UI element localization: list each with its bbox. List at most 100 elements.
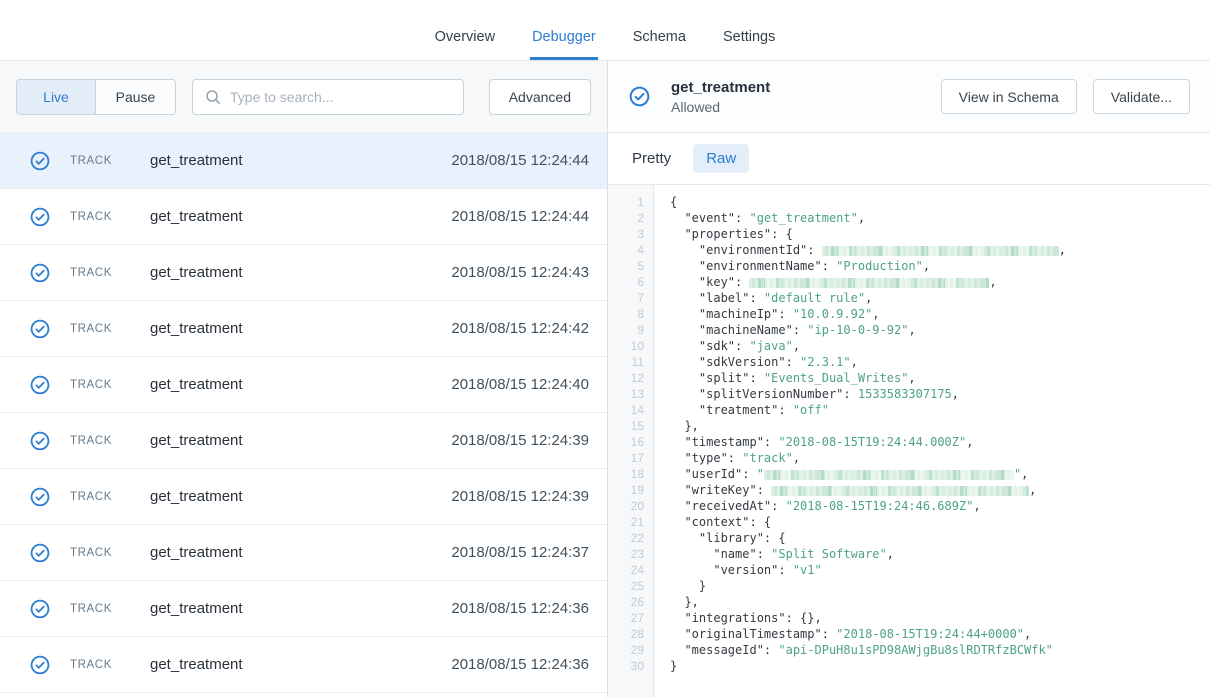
code-line: "context": { bbox=[670, 514, 1210, 530]
event-timestamp: 2018/08/15 12:24:40 bbox=[451, 376, 589, 393]
json-key: , bbox=[952, 387, 959, 401]
pause-button[interactable]: Pause bbox=[96, 80, 175, 114]
event-row[interactable]: TRACKget_treatment2018/08/15 12:24:44 bbox=[0, 189, 607, 245]
code-line: "originalTimestamp": "2018-08-15T19:24:4… bbox=[670, 626, 1210, 642]
event-name: get_treatment bbox=[150, 600, 431, 617]
json-key: "label": bbox=[670, 291, 764, 305]
event-type-label: TRACK bbox=[70, 491, 130, 503]
code-line: "environmentId": , bbox=[670, 242, 1210, 258]
event-type-label: TRACK bbox=[70, 211, 130, 223]
line-number: 14 bbox=[608, 402, 653, 418]
json-key: "machineIp": bbox=[670, 307, 793, 321]
event-row[interactable]: TRACKget_treatment2018/08/15 12:24:36 bbox=[0, 581, 607, 637]
json-key: , bbox=[887, 547, 894, 561]
code-line: "splitVersionNumber": 1533583307175, bbox=[670, 386, 1210, 402]
json-key: "splitVersionNumber": bbox=[670, 387, 858, 401]
event-name: get_treatment bbox=[150, 320, 431, 337]
json-value: "get_treatment" bbox=[749, 211, 857, 225]
json-key: "context": { bbox=[670, 515, 771, 529]
line-number: 22 bbox=[608, 530, 653, 546]
json-key: , bbox=[851, 355, 858, 369]
line-number: 9 bbox=[608, 322, 653, 338]
check-circle-icon bbox=[30, 543, 50, 563]
event-row[interactable]: TRACKget_treatment2018/08/15 12:24:43 bbox=[0, 245, 607, 301]
event-row[interactable]: TRACKget_treatment2018/08/15 12:24:36 bbox=[0, 637, 607, 693]
main-split: Live Pause Advanced TRACKget_treatment20… bbox=[0, 61, 1210, 697]
advanced-button[interactable]: Advanced bbox=[489, 79, 591, 115]
event-stream-panel: Live Pause Advanced TRACKget_treatment20… bbox=[0, 61, 608, 697]
tab-pretty[interactable]: Pretty bbox=[632, 144, 671, 173]
code-line: "label": "default rule", bbox=[670, 290, 1210, 306]
line-number-gutter: 1234567891011121314151617181920212223242… bbox=[608, 185, 654, 697]
event-type-label: TRACK bbox=[70, 379, 130, 391]
code-line: { bbox=[670, 194, 1210, 210]
live-button[interactable]: Live bbox=[17, 80, 96, 114]
tab-raw[interactable]: Raw bbox=[693, 144, 749, 173]
raw-json-viewer[interactable]: 1234567891011121314151617181920212223242… bbox=[608, 185, 1210, 697]
event-row[interactable]: TRACKget_treatment2018/08/15 12:24:40 bbox=[0, 357, 607, 413]
json-value: "off" bbox=[793, 403, 829, 417]
event-timestamp: 2018/08/15 12:24:43 bbox=[451, 264, 589, 281]
event-row[interactable]: TRACKget_treatment2018/08/15 12:24:37 bbox=[0, 525, 607, 581]
event-row[interactable]: TRACK get_treatment 2018/08/15 12:24:42 bbox=[0, 301, 607, 357]
json-key: }, bbox=[670, 419, 699, 433]
json-value: "v1" bbox=[793, 563, 822, 577]
json-key: "timestamp": bbox=[670, 435, 778, 449]
json-value: "Events_Dual_Writes" bbox=[764, 371, 909, 385]
code-line: "integrations": {}, bbox=[670, 610, 1210, 626]
json-value: "2018-08-15T19:24:44.000Z" bbox=[778, 435, 966, 449]
line-number: 5 bbox=[608, 258, 653, 274]
json-key: "userId": bbox=[670, 467, 757, 481]
line-number: 18 bbox=[608, 466, 653, 482]
json-key: "sdk": bbox=[670, 339, 749, 353]
tab-debugger[interactable]: Debugger bbox=[532, 14, 596, 60]
validate-button[interactable]: Validate... bbox=[1093, 79, 1190, 114]
json-key: "originalTimestamp": bbox=[670, 627, 836, 641]
line-number: 16 bbox=[608, 434, 653, 450]
code-line: "split": "Events_Dual_Writes", bbox=[670, 370, 1210, 386]
json-value: "java" bbox=[749, 339, 792, 353]
search-box[interactable] bbox=[192, 79, 464, 115]
json-value: "2.3.1" bbox=[800, 355, 851, 369]
search-input[interactable] bbox=[230, 89, 451, 105]
check-circle-icon bbox=[30, 375, 50, 395]
event-row[interactable]: TRACKget_treatment2018/08/15 12:24:39 bbox=[0, 413, 607, 469]
json-key: , bbox=[923, 259, 930, 273]
event-type-label: TRACK bbox=[70, 659, 130, 671]
event-name: get_treatment bbox=[150, 488, 431, 505]
event-list: TRACKget_treatment2018/08/15 12:24:44TRA… bbox=[0, 133, 607, 697]
tab-settings[interactable]: Settings bbox=[723, 14, 775, 60]
detail-header-buttons: View in Schema Validate... bbox=[941, 79, 1190, 114]
check-circle-icon bbox=[30, 655, 50, 675]
line-number: 30 bbox=[608, 658, 653, 674]
line-number: 11 bbox=[608, 354, 653, 370]
detail-titles: get_treatment Allowed bbox=[671, 79, 770, 115]
tab-schema[interactable]: Schema bbox=[633, 14, 686, 60]
code-line: "event": "get_treatment", bbox=[670, 210, 1210, 226]
event-row[interactable]: TRACKget_treatment2018/08/15 12:24:44 bbox=[0, 133, 607, 189]
line-number: 10 bbox=[608, 338, 653, 354]
json-key: "writeKey": bbox=[670, 483, 771, 497]
json-value: "2018-08-15T19:24:44+0000" bbox=[836, 627, 1024, 641]
view-in-schema-button[interactable]: View in Schema bbox=[941, 79, 1077, 114]
event-name: get_treatment bbox=[150, 656, 431, 673]
event-timestamp: 2018/08/15 12:24:36 bbox=[451, 600, 589, 617]
event-type-label: TRACK bbox=[70, 155, 130, 167]
line-number: 25 bbox=[608, 578, 653, 594]
event-timestamp: 2018/08/15 12:24:42 bbox=[451, 320, 589, 337]
json-key: , bbox=[1059, 243, 1066, 257]
event-row[interactable]: TRACKget_treatment2018/08/15 12:24:39 bbox=[0, 469, 607, 525]
json-key: "version": bbox=[670, 563, 793, 577]
json-key: "environmentName": bbox=[670, 259, 836, 273]
tab-overview[interactable]: Overview bbox=[435, 14, 495, 60]
event-detail-panel: get_treatment Allowed View in Schema Val… bbox=[608, 61, 1210, 697]
event-type-label: TRACK bbox=[70, 323, 130, 335]
json-key: "type": bbox=[670, 451, 742, 465]
code-line: "machineIp": "10.0.9.92", bbox=[670, 306, 1210, 322]
event-timestamp: 2018/08/15 12:24:39 bbox=[451, 432, 589, 449]
detail-event-name: get_treatment bbox=[671, 79, 770, 96]
code-line: "userId": "", bbox=[670, 466, 1210, 482]
code-line: "receivedAt": "2018-08-15T19:24:46.689Z"… bbox=[670, 498, 1210, 514]
code-line: }, bbox=[670, 418, 1210, 434]
line-number: 7 bbox=[608, 290, 653, 306]
